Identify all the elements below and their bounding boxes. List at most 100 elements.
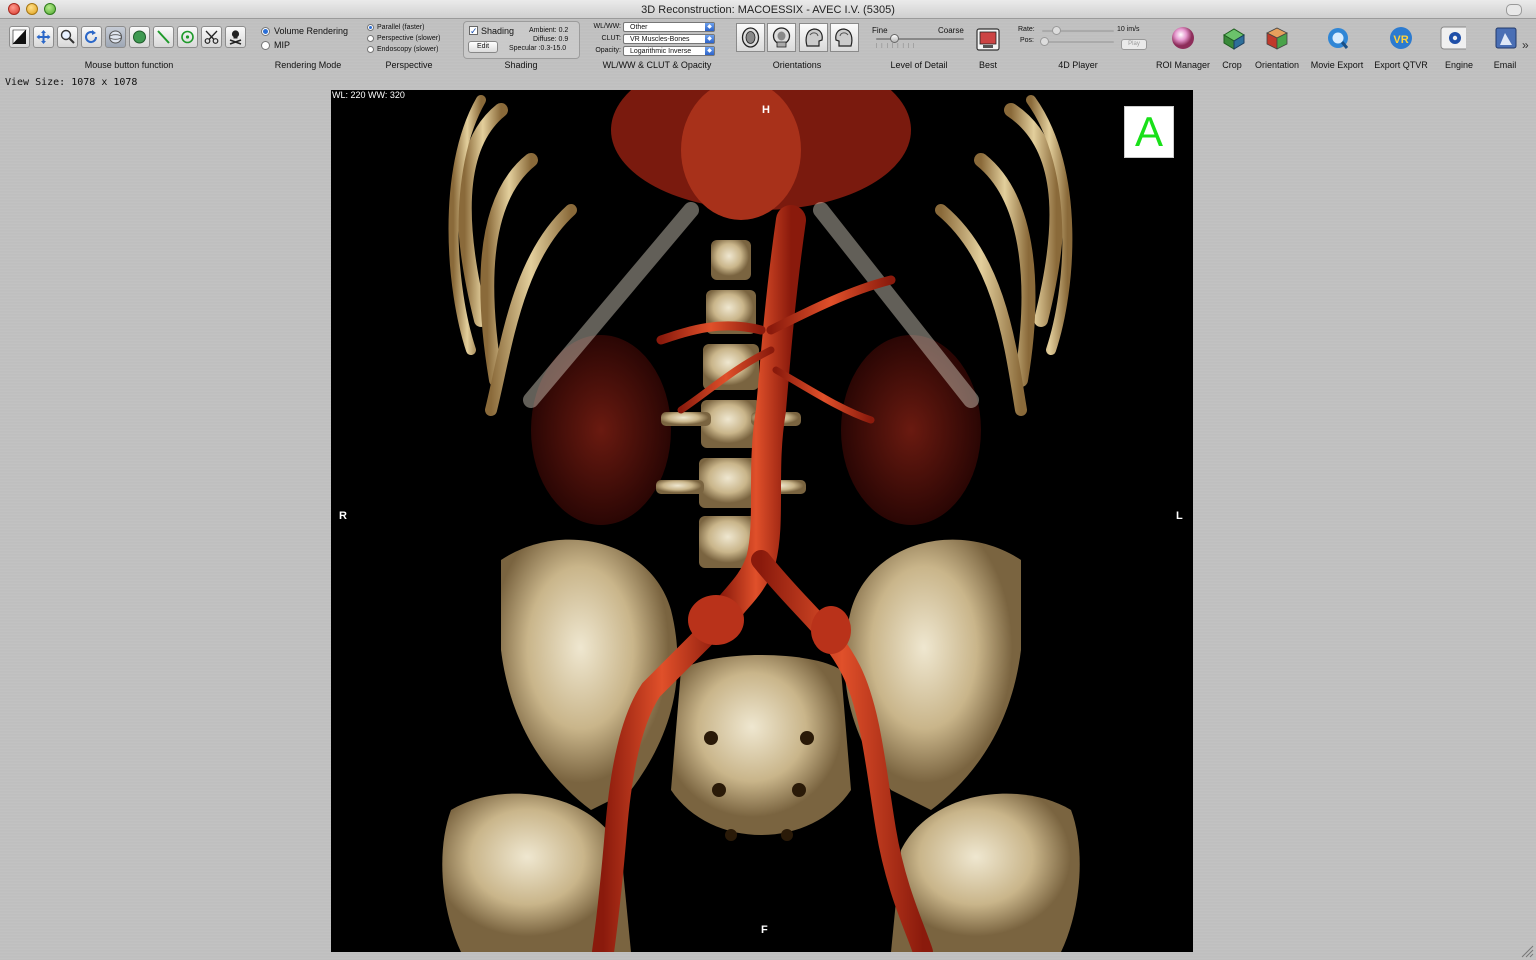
lod-slider-knob[interactable] — [889, 34, 899, 43]
window-level-icon — [12, 29, 27, 45]
email-icon — [1495, 27, 1517, 49]
movie-export-icon — [1328, 28, 1349, 49]
movie-export-label: Movie Export — [1310, 60, 1364, 70]
radio-selected-indicator — [367, 24, 374, 31]
wlww-popup-label: WL/WW: — [593, 23, 621, 30]
shading-label: Shading — [504, 60, 538, 70]
radio-selected-indicator — [261, 26, 270, 36]
toolbar: Mouse button function Volume Rendering M… — [0, 19, 1536, 74]
pos-slider-knob[interactable] — [1040, 37, 1049, 46]
rate-label: Rate: — [1018, 26, 1035, 33]
orientations-label: Orientations — [772, 60, 822, 70]
bone-removal-tool-button[interactable] — [225, 26, 246, 48]
bone-removal-icon — [229, 30, 242, 45]
toolbar-toggle-button[interactable] — [1506, 4, 1522, 16]
crop-icon — [1223, 28, 1245, 50]
coronal-view-icon — [772, 27, 791, 48]
pos-label: Pos: — [1020, 37, 1035, 44]
orientation-left-marker: R — [339, 510, 347, 522]
sculpt-tool-button[interactable] — [129, 26, 150, 48]
shading-edit-button[interactable]: Edit — [468, 41, 498, 53]
opacity-popup-value: Logarithmic Inverse — [630, 48, 692, 55]
length-icon — [157, 30, 170, 44]
popup-arrows-icon: ◆ — [705, 47, 714, 55]
export-qtvr-icon: VR — [1390, 27, 1412, 49]
wl-ww-readout: WL: 220 WW: 320 — [332, 90, 405, 100]
orientation-label: Orientation — [1254, 60, 1300, 70]
specular-value: Specular :0.3-15.0 — [509, 45, 567, 52]
volume-rendering-image — [442, 90, 1080, 952]
rate-value: 10 im/s — [1117, 26, 1140, 33]
roi-manager-icon — [1172, 27, 1194, 49]
length-tool-button[interactable] — [153, 26, 174, 48]
shading-checkbox[interactable]: ✓ — [469, 26, 478, 36]
window-level-tool-button[interactable] — [9, 26, 30, 48]
wlww-popup[interactable]: Other ◆ — [623, 22, 715, 32]
radio-label: MIP — [274, 40, 291, 50]
view-size-readout: View Size: 1078 x 1078 — [5, 77, 138, 88]
clut-popup[interactable]: VR Muscles-Bones ◆ — [623, 34, 715, 44]
axial-view-icon — [741, 27, 760, 48]
perspective-parallel-radio[interactable]: Parallel (faster) — [367, 24, 424, 31]
scissors-tool-button[interactable] — [201, 26, 222, 48]
sagittal-right-orientation-button[interactable] — [830, 23, 859, 52]
axial-orientation-button[interactable] — [736, 23, 765, 52]
popup-arrows-icon: ◆ — [705, 23, 714, 31]
sagittal-left-view-icon — [805, 28, 823, 47]
camera-rotate-tool-button[interactable] — [105, 26, 126, 48]
orientation-cube-overlay[interactable]: A — [1124, 106, 1174, 158]
opacity-popup-label: Opacity: — [595, 47, 621, 54]
best-label: Best — [978, 60, 997, 70]
mouse-tools-label: Mouse button function — [84, 60, 174, 70]
rendering-mode-volume-radio[interactable]: Volume Rendering — [261, 26, 348, 36]
shading-checkbox-label: Shading — [481, 26, 515, 36]
radio-indicator — [367, 46, 374, 53]
resize-grip-icon[interactable] — [1520, 944, 1534, 958]
lod-slider-ticks: |||||||| — [876, 43, 919, 49]
sagittal-left-orientation-button[interactable] — [799, 23, 828, 52]
radio-label: Perspective (slower) — [377, 35, 441, 42]
lod-coarse-label: Coarse — [938, 26, 964, 35]
move-icon — [36, 30, 51, 44]
point-tool-button[interactable] — [177, 26, 198, 48]
diffuse-value: Diffuse: 0.9 — [533, 36, 569, 43]
volume-render-viewport[interactable]: WL: 220 WW: 320 H F R L A — [331, 90, 1193, 952]
minimize-window-button[interactable] — [26, 3, 38, 15]
lod-fine-label: Fine — [872, 26, 888, 35]
sagittal-right-view-icon — [835, 28, 853, 47]
engine-gear-icon — [1440, 26, 1466, 50]
radio-indicator — [261, 40, 270, 50]
player-4d-label: 4D Player — [1058, 60, 1098, 70]
move-tool-button[interactable] — [33, 26, 54, 48]
level-of-detail-label: Level of Detail — [890, 60, 948, 70]
best-quality-icon[interactable] — [975, 26, 1001, 52]
clut-popup-value: VR Muscles-Bones — [630, 36, 690, 43]
scissors-icon — [204, 30, 219, 44]
toolbar-overflow-button[interactable]: » — [1522, 38, 1529, 52]
popup-arrows-icon: ◆ — [705, 35, 714, 43]
pos-slider-track[interactable] — [1042, 41, 1114, 43]
title-bar: 3D Reconstruction: MACOESSIX - AVEC I.V.… — [0, 0, 1536, 19]
zoom-tool-button[interactable] — [57, 26, 78, 48]
svg-text:VR: VR — [1393, 34, 1408, 46]
wlww-clut-label: WL/WW & CLUT & Opacity — [602, 60, 712, 70]
email-label: Email — [1493, 60, 1517, 70]
radio-label: Parallel (faster) — [377, 24, 425, 31]
orientation-right-marker: L — [1176, 510, 1183, 522]
window-title: 3D Reconstruction: MACOESSIX - AVEC I.V.… — [641, 4, 895, 16]
coronal-orientation-button[interactable] — [767, 23, 796, 52]
point-icon — [181, 30, 194, 44]
wlww-popup-value: Other — [630, 24, 648, 31]
roi-manager-label: ROI Manager — [1155, 60, 1211, 70]
rendering-mode-mip-radio[interactable]: MIP — [261, 40, 290, 50]
perspective-endoscopy-radio[interactable]: Endoscopy (slower) — [367, 46, 438, 53]
rotate-tool-button[interactable] — [81, 26, 102, 48]
perspective-perspective-radio[interactable]: Perspective (slower) — [367, 35, 440, 42]
play-button[interactable]: Play — [1121, 39, 1147, 50]
sculpt-sphere-icon — [133, 30, 146, 44]
orientation-top-marker: H — [762, 104, 770, 116]
close-window-button[interactable] — [8, 3, 20, 15]
opacity-popup[interactable]: Logarithmic Inverse ◆ — [623, 46, 715, 56]
zoom-window-button[interactable] — [44, 3, 56, 15]
rate-slider-knob[interactable] — [1052, 26, 1061, 35]
